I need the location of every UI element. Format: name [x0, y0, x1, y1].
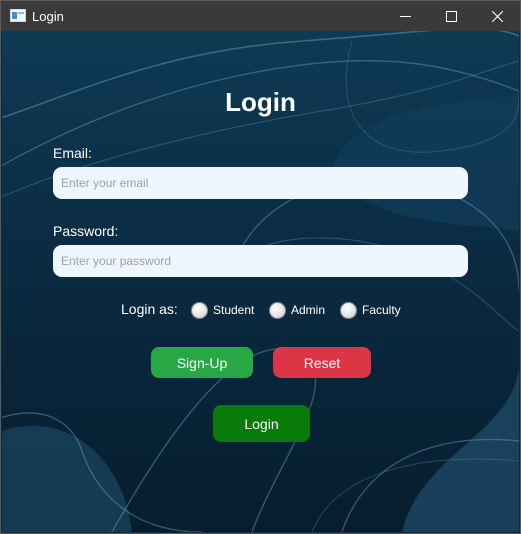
close-button[interactable]: [474, 1, 520, 31]
reset-button[interactable]: Reset: [273, 347, 371, 378]
minimize-button[interactable]: [382, 1, 428, 31]
title-bar[interactable]: Login: [1, 1, 520, 31]
role-selector: Login as: Student Admin Faculty: [2, 299, 519, 321]
window-title: Login: [32, 9, 64, 24]
role-option-label: Admin: [291, 303, 326, 317]
radio-button[interactable]: [340, 301, 357, 319]
signup-button[interactable]: Sign-Up: [151, 347, 253, 378]
radio-button[interactable]: [269, 301, 286, 319]
email-label: Email:: [53, 145, 92, 161]
maximize-icon: [445, 10, 457, 22]
role-option-faculty[interactable]: Faculty: [340, 299, 401, 321]
role-option-student[interactable]: Student: [191, 299, 254, 321]
page-title: Login: [225, 87, 296, 117]
login-button[interactable]: Login: [213, 405, 310, 442]
close-icon: [491, 10, 503, 22]
login-panel: Login Email: Password: Login as: Student…: [2, 31, 519, 532]
role-label: Login as:: [121, 301, 178, 317]
minimize-icon: [399, 15, 411, 17]
role-option-label: Faculty: [362, 303, 401, 317]
app-icon: [10, 9, 26, 22]
maximize-button[interactable]: [428, 1, 474, 31]
password-field[interactable]: [53, 245, 468, 277]
radio-button[interactable]: [191, 301, 208, 319]
email-field[interactable]: [53, 167, 468, 199]
role-option-label: Student: [213, 303, 255, 317]
role-option-admin[interactable]: Admin: [269, 299, 325, 321]
login-window: Login Login Email: Pa: [0, 0, 521, 534]
password-label: Password:: [53, 223, 119, 239]
